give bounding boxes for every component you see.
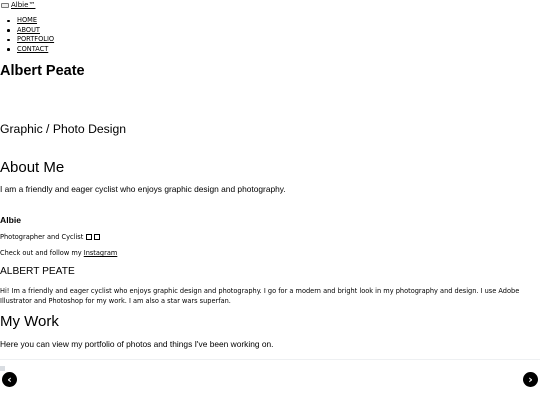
- nav-item-about: ABOUT: [7, 26, 54, 36]
- bio-name: ALBERT PEATE: [0, 266, 75, 277]
- nav-menu: HOME ABOUT PORTFOLIO CONTACT: [0, 16, 54, 54]
- brand-link[interactable]: Albie™: [11, 1, 35, 9]
- nav-link-portfolio[interactable]: PORTFOLIO: [17, 35, 54, 43]
- nav-item-contact: CONTACT: [7, 45, 54, 55]
- nav-link-home[interactable]: HOME: [17, 16, 37, 24]
- card-follow-text: Check out and follow my Instagram: [0, 249, 117, 257]
- carousel-image: [0, 366, 5, 371]
- card-subtitle-line: Photographer and Cyclist: [0, 233, 100, 241]
- menu-toggle-button[interactable]: [1, 2, 9, 8]
- nav-item-home: HOME: [7, 16, 54, 26]
- instagram-link[interactable]: Instagram: [84, 249, 118, 257]
- card-subtitle: Photographer and Cyclist: [0, 233, 84, 241]
- glyph-box-icon: [93, 234, 100, 240]
- nav-link-contact[interactable]: CONTACT: [17, 45, 48, 53]
- work-heading: My Work: [0, 313, 59, 330]
- follow-prefix: Check out and follow my: [0, 249, 84, 257]
- glyph-box-icon: [86, 234, 93, 240]
- nav-item-portfolio: PORTFOLIO: [7, 35, 54, 45]
- hero-name: Albert Peate: [0, 63, 85, 79]
- carousel-next-icon[interactable]: ›: [523, 372, 538, 387]
- about-heading: About Me: [0, 159, 65, 176]
- carousel-prev-icon[interactable]: ‹: [2, 372, 17, 387]
- nav-link-about[interactable]: ABOUT: [17, 26, 40, 34]
- about-text: I am a friendly and eager cyclist who en…: [0, 184, 286, 194]
- hero-subtitle: Graphic / Photo Design: [0, 122, 127, 136]
- top-bar: Albie™: [0, 1, 35, 9]
- card-title: Albie: [0, 215, 22, 225]
- work-text: Here you can view my portfolio of photos…: [0, 339, 274, 349]
- bio-text: Hi! Im a friendly and eager cyclist who …: [0, 287, 520, 305]
- divider: [0, 359, 540, 360]
